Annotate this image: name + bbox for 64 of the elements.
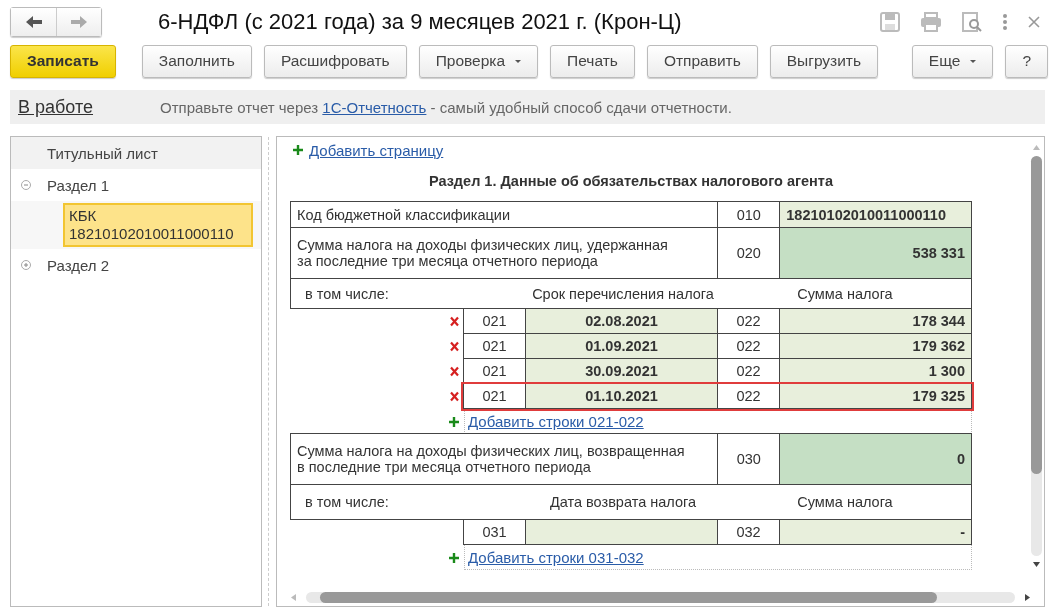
plus-icon [293,145,303,155]
collapse-icon[interactable] [21,180,31,190]
delete-icon [450,341,459,352]
value-field[interactable]: 538 331 [779,227,972,279]
value-field[interactable]: 0 [779,433,972,485]
preview-icon [962,12,982,32]
amount-field[interactable]: 178 344 [779,308,972,334]
amount-field[interactable]: - [779,519,972,545]
vertical-scrollbar[interactable] [1030,156,1042,556]
tree-item[interactable]: Раздел 2 [47,254,110,276]
toolbar-button[interactable]: Расшифровать [263,44,407,78]
section-title: Раздел 1. Данные об обязательствах налогового агента [427,173,835,189]
date-field[interactable]: 30.09.2021 [525,358,718,384]
toolbar-button[interactable]: Заполнить [141,44,252,78]
amount-field[interactable]: 179 325 [779,383,972,409]
column-header: Сумма налога [796,284,894,304]
column-header: Срок перечисления налога [531,284,715,304]
info-message: Отправьте отчет через 1С-Отчетность - самый удобный способ сдачи отчетности. [160,98,732,116]
save-icon [880,12,900,32]
toolbar-button[interactable]: Записать [10,44,116,78]
status-link[interactable]: В работе [18,96,93,118]
date-field[interactable] [525,519,718,545]
field-label: Сумма налога на доходы физических лиц, возвращенная в последние три месяца отчетного периода [290,433,719,485]
toolbar-button[interactable]: Выгрузить [769,44,879,78]
delete-icon [450,366,459,377]
reporting-link[interactable]: 1С-Отчетность [322,98,427,116]
field-label: Код бюджетной классификации [290,201,719,228]
print-icon [920,12,942,32]
plus-icon [449,416,459,427]
back-button[interactable] [11,8,56,36]
amount-field[interactable]: 1 300 [779,358,972,384]
toolbar-button[interactable]: Отправить [646,44,758,78]
dropdown-button[interactable]: Еще [911,44,994,78]
date-field[interactable]: 01.10.2021 [525,383,718,409]
toolbar-button[interactable]: ? [1005,44,1048,78]
value-field[interactable]: 18210102010011000110 [779,201,972,228]
horizontal-scrollbar[interactable] [306,591,1015,603]
date-field[interactable]: 02.08.2021 [525,308,718,334]
toolbar-button[interactable]: Печать [550,44,635,78]
tree-item[interactable]: Раздел 1 [47,174,110,196]
scroll-down-icon [1032,562,1040,567]
amount-field[interactable]: 179 362 [779,333,972,359]
date-field[interactable]: 01.09.2021 [525,333,718,359]
column-header: Дата возврата налога [548,493,698,512]
add-page-link[interactable]: Добавить страницу [309,141,444,159]
left-arrow-icon [24,15,43,29]
tree-item[interactable]: КБК 18210102010011000110 [63,203,253,247]
scroll-left-icon [291,593,296,601]
close-icon [1028,16,1040,28]
right-arrow-icon [70,15,88,29]
column-label: в том числе: [304,284,390,304]
scroll-right-icon [1025,593,1030,601]
delete-icon [450,391,459,402]
expand-icon[interactable] [21,260,31,270]
more-icon [1002,13,1008,31]
column-header: Сумма налога [796,493,894,512]
caret-icon [970,59,977,63]
caret-icon [515,59,522,63]
dropdown-button[interactable]: Проверка [418,44,539,78]
plus-icon [449,552,459,563]
scroll-up-icon [1032,145,1040,150]
delete-icon [450,316,459,327]
column-label: в том числе: [304,493,390,512]
window-title: 6-НДФЛ (с 2021 года) за 9 месяцев 2021 г. (Крон-Ц) [158,9,683,35]
